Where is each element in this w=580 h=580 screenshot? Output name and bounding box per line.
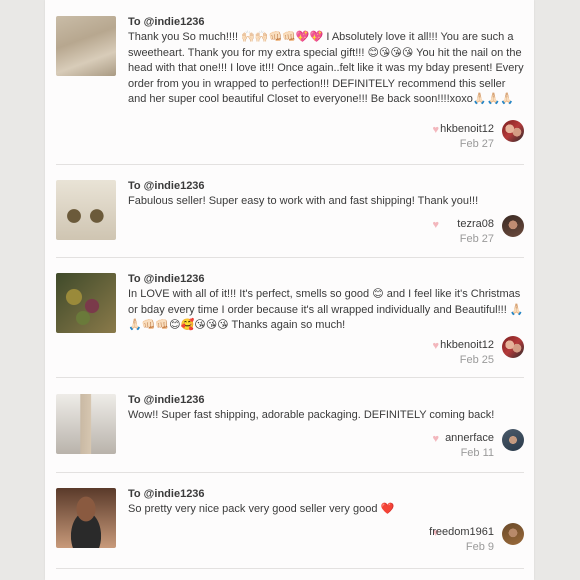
reviewer-avatar[interactable] [502, 429, 524, 451]
reviewer-info[interactable]: ♥ hkbenoit12 Feb 25 [384, 336, 524, 372]
heart-icon: ♥ [432, 219, 439, 231]
reviewer-avatar[interactable] [502, 336, 524, 358]
jeans-photo-thumbnail[interactable] [56, 16, 116, 76]
review-text: Fabulous seller! Super easy to work with… [128, 195, 479, 207]
review-recipient[interactable]: To @indie1236 [128, 16, 205, 28]
heart-icon: ♥ [432, 340, 439, 352]
review-item: To @indie1236 So pretty very nice pack v… [56, 488, 524, 569]
earrings-photo-thumbnail[interactable] [56, 180, 116, 240]
reviewer-username[interactable]: tezra08 [457, 218, 494, 231]
reviewer-username[interactable]: freedom1961 [429, 526, 494, 539]
review-recipient[interactable]: To @indie1236 [128, 273, 205, 285]
review-date: Feb 27 [459, 233, 494, 245]
necklace-photo-thumbnail[interactable] [56, 488, 116, 548]
reviewer-username[interactable]: hkbenoit12 [440, 339, 494, 352]
review-date: Feb 27 [459, 138, 494, 150]
review-text: Wow!! Super fast shipping, adorable pack… [128, 409, 495, 421]
reviewer-avatar[interactable] [502, 120, 524, 142]
heart-icon: ♥ [432, 124, 439, 136]
reviewer-username[interactable]: hkbenoit12 [440, 123, 494, 136]
review-item: To @indie1236 Wow!! Super fast shipping,… [56, 394, 524, 473]
review-text: Thank you So much!!!! 🙌🏻🙌🏻👊🏻👊🏻💖💖 I Absol… [128, 31, 524, 105]
reviewer-username[interactable]: annerface [445, 432, 494, 445]
review-recipient[interactable]: To @indie1236 [128, 488, 205, 500]
heart-icon: ♥ [432, 433, 439, 445]
bracelets-photo-thumbnail[interactable] [56, 273, 116, 333]
review-recipient[interactable]: To @indie1236 [128, 180, 205, 192]
review-text: So pretty very nice pack very good selle… [128, 503, 395, 515]
review-text: In LOVE with all of it!!! It's perfect, … [128, 288, 524, 331]
review-item: To @indie1236 In LOVE with all of it!!! … [56, 273, 524, 378]
reviewer-info[interactable]: ♥ freedom1961 Feb 9 [384, 523, 524, 559]
review-item: To @indie1236 Fabulous seller! Super eas… [56, 180, 524, 258]
reviewer-info[interactable]: ♥ annerface Feb 11 [384, 429, 524, 465]
reviewer-info[interactable]: ♥ hkbenoit12 Feb 27 [384, 120, 524, 156]
reviewer-avatar[interactable] [502, 215, 524, 237]
reviews-panel: To @indie1236 Thank you So much!!!! 🙌🏻🙌🏻… [45, 0, 534, 580]
outfit-photo-thumbnail[interactable] [56, 394, 116, 454]
review-recipient[interactable]: To @indie1236 [128, 394, 205, 406]
review-date: Feb 9 [465, 541, 494, 553]
reviewer-avatar[interactable] [502, 523, 524, 545]
review-date: Feb 25 [459, 354, 494, 366]
review-item: To @indie1236 Thank you So much!!!! 🙌🏻🙌🏻… [56, 16, 524, 165]
review-date: Feb 11 [460, 447, 494, 459]
reviewer-info[interactable]: ♥ tezra08 Feb 27 [384, 215, 524, 251]
